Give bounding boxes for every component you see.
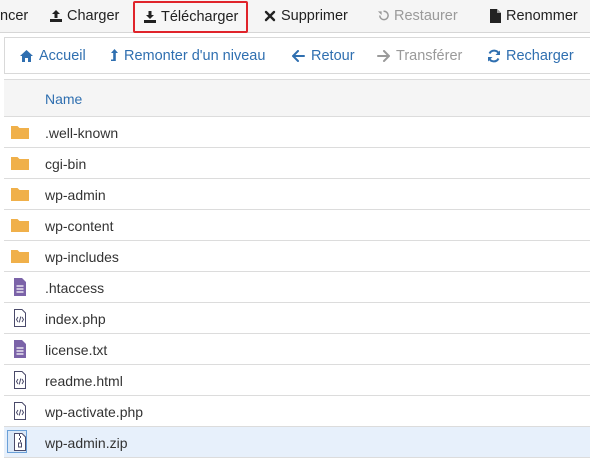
reload-button[interactable]: Recharger [486,38,574,73]
rename-button[interactable]: Renommer [488,0,578,31]
forward-button[interactable]: Transférer [376,38,462,73]
file-name: license.txt [45,342,108,358]
up-one-level-label: Remonter d'un niveau [124,47,266,64]
folder-icon [10,123,30,141]
restore-label: Restaurer [394,7,458,24]
table-row[interactable]: wp-activate.php [4,396,590,427]
table-row[interactable]: .htaccess [4,272,590,303]
file-name: wp-admin [45,187,106,203]
download-button[interactable]: Télécharger [133,1,249,33]
home-icon [19,48,34,63]
home-label: Accueil [39,47,86,64]
file-name: .well-known [45,125,119,141]
file-name: wp-content [45,218,114,234]
navigation-bar: Accueil Remonter d'un niveau Retour Tran… [4,37,590,74]
folder-icon [10,185,30,203]
table-header: Name [4,80,590,117]
up-one-level-button[interactable]: Remonter d'un niveau [109,38,265,73]
delete-button[interactable]: Supprimer [263,0,348,31]
file-name: wp-activate.php [45,404,144,420]
folder-icon [10,216,30,234]
table-row[interactable]: wp-includes [4,241,590,272]
toolbar-item-partial[interactable]: ncer [0,0,28,31]
close-icon [263,9,277,23]
table-row-selected[interactable]: wp-admin.zip [4,427,590,458]
file-name: wp-admin.zip [45,435,128,451]
table-row[interactable]: license.txt [4,334,590,365]
table-row[interactable]: cgi-bin [4,148,590,179]
download-label: Télécharger [161,9,239,25]
table-row[interactable]: index.php [4,303,590,334]
folder-icon [10,154,30,172]
back-button[interactable]: Retour [291,38,355,73]
code-file-icon [10,402,30,420]
file-manager-toolbar: ncer Charger Télécharger Supprimer Resta… [0,0,590,33]
table-row[interactable]: readme.html [4,365,590,396]
file-name: .htaccess [45,280,105,296]
toolbar-item-partial-label: ncer [0,7,29,24]
file-name: wp-includes [45,249,119,265]
delete-label: Supprimer [281,7,348,24]
level-up-icon [109,48,119,63]
table-row[interactable]: wp-admin [4,179,590,210]
file-list-table: Name .well-known cgi-bin wp-admin wp-con… [4,79,590,458]
download-icon [143,10,157,24]
text-file-icon [10,278,30,296]
refresh-icon [486,48,501,63]
zip-file-icon [10,433,30,451]
code-file-icon [10,309,30,327]
name-column-header[interactable]: Name [45,91,82,107]
code-file-icon [10,371,30,389]
arrow-left-icon [291,48,306,63]
back-label: Retour [311,47,355,64]
text-file-icon [10,340,30,358]
upload-button[interactable]: Charger [49,0,119,31]
table-row[interactable]: wp-content [4,210,590,241]
rename-label: Renommer [506,7,578,24]
folder-icon [10,247,30,265]
undo-icon [376,9,390,23]
file-name: cgi-bin [45,156,87,172]
home-button[interactable]: Accueil [19,38,86,73]
file-icon [488,8,502,23]
forward-label: Transférer [396,47,463,64]
reload-label: Recharger [506,47,574,64]
table-row[interactable]: .well-known [4,117,590,148]
arrow-right-icon [376,48,391,63]
upload-label: Charger [67,7,120,24]
restore-button[interactable]: Restaurer [376,0,458,31]
file-name: readme.html [45,373,123,389]
file-name: index.php [45,311,106,327]
upload-icon [49,9,63,23]
